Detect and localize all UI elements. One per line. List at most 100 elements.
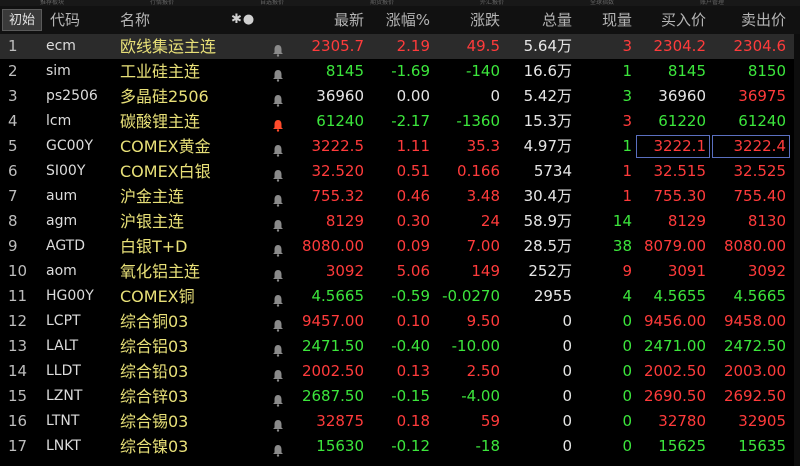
change-value: 0.166: [457, 162, 500, 180]
alert-bell-icon[interactable]: [272, 240, 286, 257]
latest-price: 8080.00: [301, 237, 364, 255]
alert-bell-icon[interactable]: [272, 415, 286, 432]
header-name[interactable]: 名称: [120, 6, 150, 34]
alert-bell-icon[interactable]: [272, 140, 286, 157]
total-volume: 252万: [528, 262, 572, 280]
table-row[interactable]: 3 ps2506 多晶硅2506 36960 0.00 0 5.42万 3 36960 36975: [0, 84, 800, 109]
symbol-name: 工业硅主连: [120, 62, 201, 81]
symbol-code: ecm: [46, 38, 76, 54]
alert-bell-icon[interactable]: [272, 290, 286, 307]
table-row[interactable]: 12 LCPT 综合铜03 9457.00 0.10 9.50 0 0 9456.00 9458.…: [0, 309, 800, 334]
current-volume: 3: [622, 112, 632, 130]
symbol-name: COMEX黄金: [120, 137, 211, 156]
alert-bell-icon[interactable]: [272, 315, 286, 332]
total-volume: 0: [562, 337, 572, 355]
change-value: -4.00: [461, 387, 500, 405]
latest-price: 8145: [325, 62, 364, 80]
latest-price: 32875: [316, 412, 364, 430]
header-latest[interactable]: 最新: [290, 6, 364, 34]
bid-price: 8145: [667, 62, 706, 80]
alert-bell-icon[interactable]: [272, 40, 286, 57]
table-row[interactable]: 16 LTNT 综合锡03 32875 0.18 59 0 0 32780 32905: [0, 409, 800, 434]
column-settings-icon[interactable]: ✱●: [231, 6, 255, 34]
header-pct[interactable]: 涨幅%: [370, 6, 430, 34]
table-row[interactable]: 8 agm 沪银主连 8129 0.30 24 58.9万 14 8129 8130: [0, 209, 800, 234]
symbol-code: SI00Y: [46, 163, 86, 179]
total-volume: 58.9万: [523, 212, 572, 230]
change-percent: -0.12: [391, 437, 430, 455]
header-current[interactable]: 现量: [576, 6, 632, 34]
table-row[interactable]: 10 aom 氧化铝主连 3092 5.06 149 252万 9 3091 3092: [0, 259, 800, 284]
table-row[interactable]: 7 aum 沪金主连 755.32 0.46 3.48 30.4万 1 755.30 755.40: [0, 184, 800, 209]
total-volume: 28.5万: [523, 237, 572, 255]
header-code[interactable]: 代码: [50, 6, 80, 34]
table-row[interactable]: 13 LALT 综合铝03 2471.50 -0.40 -10.00 0 0 2471.00 24…: [0, 334, 800, 359]
alert-bell-icon[interactable]: [272, 90, 286, 107]
symbol-name: 碳酸锂主连: [120, 112, 201, 131]
alert-bell-icon[interactable]: [272, 440, 286, 457]
symbol-code: LTNT: [46, 413, 80, 429]
ask-price: 2472.50: [723, 337, 786, 355]
alert-bell-icon[interactable]: [272, 165, 286, 182]
table-row[interactable]: 1 ecm 欧线集运主连 2305.7 2.19 49.5 5.64万 3 2304.2 2304…: [0, 34, 800, 59]
ask-price: 36975: [738, 87, 786, 105]
current-volume: 0: [622, 387, 632, 405]
bid-price: 2304.2: [653, 37, 707, 55]
bid-price: 8079.00: [643, 237, 706, 255]
table-row[interactable]: 17 LNKT 综合镍03 15630 -0.12 -18 0 0 15625 15635: [0, 434, 800, 459]
ask-price: 2692.50: [723, 387, 786, 405]
table-row[interactable]: 2 sim 工业硅主连 8145 -1.69 -140 16.6万 1 8145 8150: [0, 59, 800, 84]
table-row[interactable]: 15 LZNT 综合锌03 2687.50 -0.15 -4.00 0 0 2690.50 269…: [0, 384, 800, 409]
header-ask[interactable]: 卖出价: [714, 6, 786, 34]
table-row[interactable]: 6 SI00Y COMEX白银 32.520 0.51 0.166 5734 1 32.515 3…: [0, 159, 800, 184]
symbol-name: 综合镍03: [120, 437, 189, 456]
row-index: 10: [8, 262, 28, 280]
ask-price: 61240: [738, 112, 786, 130]
symbol-code: aum: [46, 188, 78, 204]
total-volume: 2955: [533, 287, 572, 305]
symbol-name: 多晶硅2506: [120, 87, 209, 106]
alert-bell-icon[interactable]: [272, 115, 286, 132]
table-row[interactable]: 14 LLDT 综合铅03 2002.50 0.13 2.50 0 0 2002.50 2003.…: [0, 359, 800, 384]
alert-bell-icon[interactable]: [272, 215, 286, 232]
change-percent: 0.18: [396, 412, 430, 430]
row-index: 13: [8, 337, 28, 355]
change-percent: 5.06: [396, 262, 430, 280]
ask-price: 3222.4: [733, 137, 787, 155]
alert-bell-icon[interactable]: [272, 390, 286, 407]
symbol-code: lcm: [46, 113, 72, 129]
change-percent: 2.19: [396, 37, 430, 55]
bid-price: 2471.00: [643, 337, 706, 355]
change-percent: -0.15: [391, 387, 430, 405]
bid-price: 4.5655: [653, 287, 707, 305]
table-row[interactable]: 11 HG00Y COMEX铜 4.5665 -0.59 -0.0270 2955 4 4.56…: [0, 284, 800, 309]
row-index: 15: [8, 387, 28, 405]
total-volume: 5.42万: [523, 87, 572, 105]
change-value: -10.00: [451, 337, 500, 355]
header-bid[interactable]: 买入价: [638, 6, 706, 34]
current-volume: 0: [622, 412, 632, 430]
current-volume: 0: [622, 312, 632, 330]
vertical-scrollbar[interactable]: [794, 34, 800, 466]
alert-bell-icon[interactable]: [272, 265, 286, 282]
row-index: 17: [8, 437, 28, 455]
row-index: 5: [8, 137, 18, 155]
init-button[interactable]: 初始: [2, 9, 42, 31]
latest-price: 3092: [325, 262, 364, 280]
table-row[interactable]: 9 AGTD 白银T+D 8080.00 0.09 7.00 28.5万 38 8079.00 8…: [0, 234, 800, 259]
table-row[interactable]: 5 GC00Y COMEX黄金 3222.5 1.11 35.3 4.97万 1 3222.1 3…: [0, 134, 800, 159]
current-volume: 3: [622, 87, 632, 105]
alert-bell-icon[interactable]: [272, 340, 286, 357]
header-volume[interactable]: 总量: [504, 6, 572, 34]
symbol-code: LZNT: [46, 388, 83, 404]
change-value: 49.5: [466, 37, 500, 55]
ask-price: 8080.00: [723, 237, 786, 255]
header-change[interactable]: 涨跌: [434, 6, 500, 34]
alert-bell-icon[interactable]: [272, 365, 286, 382]
alert-bell-icon[interactable]: [272, 190, 286, 207]
table-row[interactable]: 4 lcm 碳酸锂主连 61240 -2.17 -1360 15.3万 3 61220 61240: [0, 109, 800, 134]
bid-price: 36960: [658, 87, 706, 105]
alert-bell-icon[interactable]: [272, 65, 286, 82]
change-value: 2.50: [466, 362, 500, 380]
ask-price: 3092: [747, 262, 786, 280]
